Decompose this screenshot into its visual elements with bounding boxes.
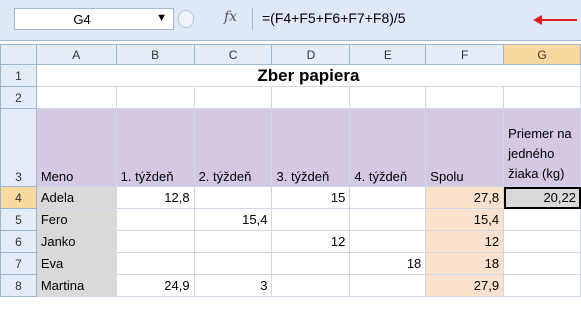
- cell-week-3[interactable]: 15: [271, 186, 351, 209]
- formula-divider: [252, 8, 253, 30]
- header-week-4[interactable]: 4. týždeň: [349, 108, 427, 187]
- cell[interactable]: [35, 86, 117, 109]
- cell[interactable]: [271, 86, 351, 109]
- cell-week-1[interactable]: [115, 252, 195, 275]
- table-row: 5 Fero 15,4 15,4: [0, 208, 581, 231]
- sheet-title[interactable]: Zber papiera: [35, 64, 581, 87]
- cell-week-1[interactable]: [115, 208, 195, 231]
- chevron-down-icon[interactable]: ▼: [156, 12, 167, 24]
- row-header[interactable]: 7: [0, 252, 37, 275]
- table-row: 1 Zber papiera: [0, 64, 581, 87]
- cell-total[interactable]: 27,8: [425, 186, 505, 209]
- column-header-f[interactable]: F: [425, 44, 505, 65]
- row-header[interactable]: 6: [0, 230, 37, 253]
- cell-week-1[interactable]: 12,8: [115, 186, 195, 209]
- cell-name[interactable]: Janko: [35, 230, 117, 253]
- cell-name[interactable]: Adela: [35, 186, 117, 209]
- header-row: 3 Meno 1. týždeň 2. týždeň 3. týždeň 4. …: [0, 108, 581, 187]
- header-priemer[interactable]: Priemer na jedného žiaka (kg): [503, 108, 581, 187]
- worksheet-grid: A B C D E F G 1 Zber papiera 2 3 Meno 1.…: [0, 44, 581, 297]
- cell-total[interactable]: 27,9: [425, 274, 505, 297]
- cell-week-4[interactable]: [349, 186, 427, 209]
- cell-week-2[interactable]: 3: [193, 274, 273, 297]
- name-box-value: G4: [73, 12, 91, 27]
- header-spolu[interactable]: Spolu: [425, 108, 505, 187]
- formula-input[interactable]: =(F4+F5+F6+F7+F8)/5: [262, 10, 406, 26]
- cell-week-3[interactable]: 12: [271, 230, 351, 253]
- header-meno[interactable]: Meno: [35, 108, 117, 187]
- cell[interactable]: [115, 86, 195, 109]
- row-header[interactable]: 5: [0, 208, 37, 231]
- row-header[interactable]: 8: [0, 274, 37, 297]
- table-row: 2: [0, 86, 581, 109]
- header-week-1[interactable]: 1. týždeň: [115, 108, 195, 187]
- table-row: 6 Janko 12 12: [0, 230, 581, 253]
- table-row: 7 Eva 18 18: [0, 252, 581, 275]
- column-header-c[interactable]: C: [193, 44, 273, 65]
- cell-week-2[interactable]: [193, 230, 273, 253]
- cell-week-3[interactable]: [271, 252, 351, 275]
- select-all-corner[interactable]: [0, 44, 37, 65]
- row-header[interactable]: 3: [0, 108, 37, 187]
- cell[interactable]: [193, 86, 273, 109]
- column-header-row: A B C D E F G: [0, 44, 581, 65]
- cell-name[interactable]: Fero: [35, 208, 117, 231]
- cell-week-4[interactable]: 18: [349, 252, 427, 275]
- row-header[interactable]: 2: [0, 86, 37, 109]
- cell[interactable]: [503, 86, 581, 109]
- red-arrow-icon: [533, 15, 577, 25]
- cell-average[interactable]: [503, 274, 581, 297]
- row-header[interactable]: 1: [0, 64, 37, 87]
- cell-week-2[interactable]: [193, 252, 273, 275]
- cell-total[interactable]: 18: [425, 252, 505, 275]
- cell-week-1[interactable]: 24,9: [115, 274, 195, 297]
- row-header[interactable]: 4: [0, 186, 37, 209]
- formula-bar-handle-icon[interactable]: [178, 10, 194, 28]
- cell[interactable]: [425, 86, 505, 109]
- cell-week-4[interactable]: [349, 208, 427, 231]
- column-header-a[interactable]: A: [35, 44, 117, 65]
- cell-total[interactable]: 15,4: [425, 208, 505, 231]
- header-week-3[interactable]: 3. týždeň: [271, 108, 351, 187]
- name-box[interactable]: G4 ▼: [14, 8, 174, 30]
- column-header-d[interactable]: D: [271, 44, 351, 65]
- table-row: 8 Martina 24,9 3 27,9: [0, 274, 581, 297]
- insert-function-icon[interactable]: fx: [224, 9, 237, 25]
- cell-average[interactable]: [503, 230, 581, 253]
- cell-name[interactable]: Eva: [35, 252, 117, 275]
- cell[interactable]: [349, 86, 427, 109]
- cell-total[interactable]: 12: [425, 230, 505, 253]
- spreadsheet-window: G4 ▼ fx =(F4+F5+F6+F7+F8)/5 A B C D E F: [0, 0, 581, 317]
- cell-week-2[interactable]: 15,4: [193, 208, 273, 231]
- column-header-g[interactable]: G: [503, 44, 581, 65]
- table-row: 4 Adela 12,8 15 27,8 20,22: [0, 186, 581, 209]
- cell-name[interactable]: Martina: [35, 274, 117, 297]
- cell-week-2[interactable]: [193, 186, 273, 209]
- cell-week-4[interactable]: [349, 274, 427, 297]
- header-week-2[interactable]: 2. týždeň: [193, 108, 273, 187]
- cell-week-3[interactable]: [271, 208, 351, 231]
- cell-week-3[interactable]: [271, 274, 351, 297]
- cell-average[interactable]: [503, 252, 581, 275]
- formula-bar: G4 ▼ fx =(F4+F5+F6+F7+F8)/5: [0, 0, 581, 41]
- cell-average[interactable]: [503, 208, 581, 231]
- cell-week-4[interactable]: [349, 230, 427, 253]
- column-header-b[interactable]: B: [115, 44, 195, 65]
- active-cell-average[interactable]: 20,22: [503, 186, 581, 209]
- column-header-e[interactable]: E: [349, 44, 427, 65]
- cell-week-1[interactable]: [115, 230, 195, 253]
